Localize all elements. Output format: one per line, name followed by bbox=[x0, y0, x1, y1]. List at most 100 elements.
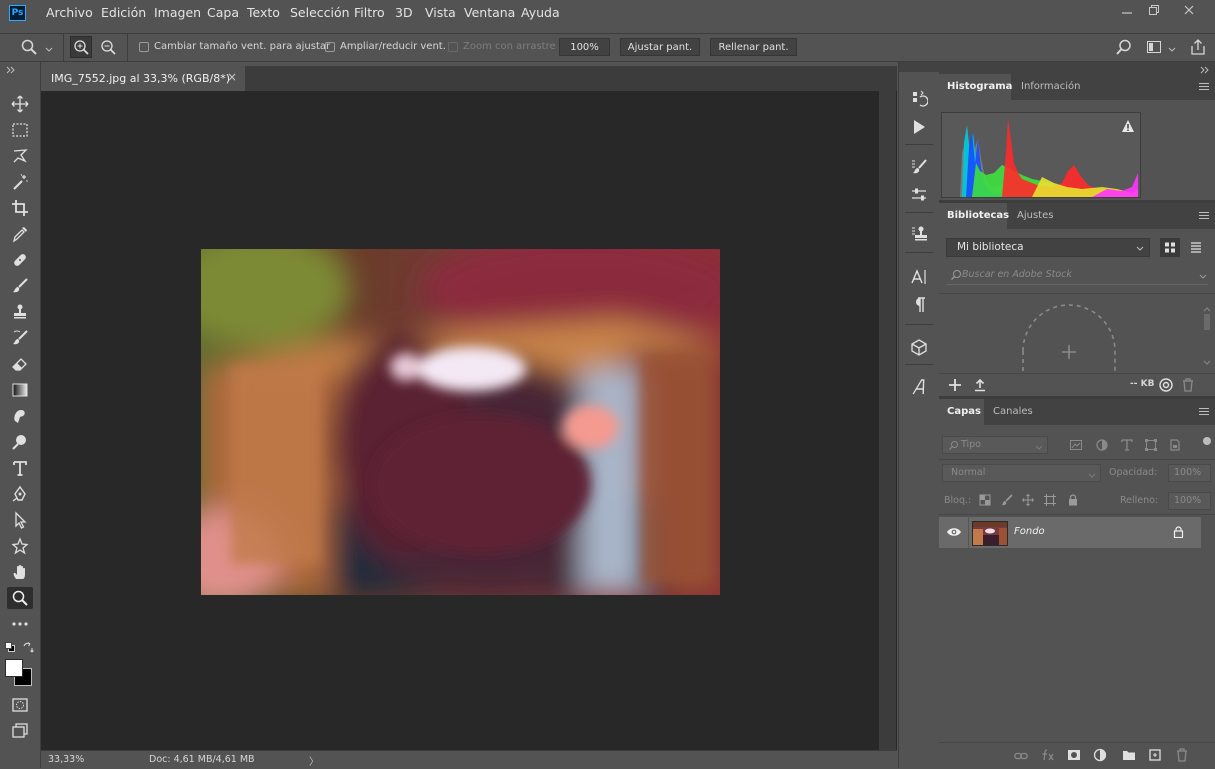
clone-stamp-tool-icon[interactable] bbox=[7, 301, 33, 323]
healing-brush-tool-icon[interactable] bbox=[7, 249, 33, 271]
menu-filtro[interactable]: Filtro bbox=[354, 5, 385, 20]
crop-tool-icon[interactable] bbox=[7, 197, 33, 219]
smudge-tool-icon[interactable] bbox=[7, 405, 33, 427]
panel-menu-icon[interactable] bbox=[1199, 408, 1209, 416]
path-selection-tool-icon[interactable] bbox=[7, 509, 33, 531]
history-brush-tool-icon[interactable] bbox=[7, 327, 33, 349]
filter-shape-icon[interactable] bbox=[1144, 438, 1158, 452]
menu-seleccion[interactable]: Selección bbox=[290, 5, 350, 20]
custom-shape-tool-icon[interactable] bbox=[7, 535, 33, 557]
more-tools-icon[interactable] bbox=[7, 613, 33, 635]
fill-screen-button[interactable]: Rellenar pant. bbox=[710, 38, 797, 56]
vertical-scrollbar[interactable] bbox=[879, 91, 896, 750]
creative-cloud-sync-icon[interactable] bbox=[1158, 378, 1174, 392]
layer-row[interactable]: Fondo bbox=[939, 517, 1201, 548]
paragraph-panel-icon[interactable] bbox=[907, 293, 931, 317]
menu-ayuda[interactable]: Ayuda bbox=[521, 5, 560, 20]
history-panel-icon[interactable] bbox=[907, 86, 931, 110]
3d-panel-icon[interactable] bbox=[907, 335, 931, 359]
filter-pixel-icon[interactable] bbox=[1069, 438, 1083, 452]
filter-type-icon[interactable] bbox=[1120, 438, 1134, 452]
quick-mask-icon[interactable] bbox=[7, 694, 33, 716]
library-select[interactable]: Mi biblioteca bbox=[946, 238, 1150, 257]
delete-layer-icon[interactable] bbox=[1175, 747, 1189, 762]
resize-windows-checkbox[interactable] bbox=[139, 42, 149, 52]
list-view-icon[interactable] bbox=[1186, 238, 1206, 257]
lock-artboard-icon[interactable] bbox=[1044, 494, 1056, 506]
new-layer-icon[interactable] bbox=[1148, 748, 1162, 762]
adjustments-sliders-icon[interactable] bbox=[907, 183, 931, 207]
character-panel-icon[interactable] bbox=[907, 265, 931, 289]
menu-ventana[interactable]: Ventana bbox=[464, 5, 515, 20]
trash-icon[interactable] bbox=[1181, 377, 1195, 392]
tab-ajustes[interactable]: Ajustes bbox=[1009, 203, 1061, 229]
menu-capa[interactable]: Capa bbox=[207, 5, 239, 20]
restore-icon[interactable] bbox=[1146, 4, 1162, 20]
actions-play-icon[interactable] bbox=[907, 115, 931, 139]
add-mask-icon[interactable] bbox=[1067, 748, 1081, 762]
marquee-tool-icon[interactable] bbox=[7, 119, 33, 141]
layer-filter-select[interactable]: Tipo bbox=[942, 436, 1048, 454]
menu-vista[interactable]: Vista bbox=[425, 5, 456, 20]
libraries-scrollbar[interactable] bbox=[1202, 307, 1212, 367]
zoom-100-button[interactable]: 100% bbox=[559, 38, 610, 56]
close-tab-icon[interactable]: × bbox=[227, 70, 237, 84]
collapse-panels-icon[interactable] bbox=[1199, 64, 1209, 74]
dodge-tool-icon[interactable] bbox=[7, 431, 33, 453]
stock-search-input[interactable]: Buscar en Adobe Stock bbox=[946, 266, 1208, 285]
document-image[interactable] bbox=[201, 249, 720, 595]
opacity-input[interactable]: 100% bbox=[1168, 464, 1211, 482]
close-window-icon[interactable] bbox=[1181, 4, 1197, 20]
menu-3d[interactable]: 3D bbox=[395, 5, 413, 20]
eraser-tool-icon[interactable] bbox=[7, 353, 33, 375]
lock-image-pixels-icon[interactable] bbox=[1001, 494, 1013, 506]
foreground-color-swatch[interactable] bbox=[5, 659, 23, 677]
type-tool-icon[interactable] bbox=[7, 457, 33, 479]
zoom-in-icon[interactable] bbox=[70, 36, 92, 58]
tab-capas[interactable]: Capas bbox=[939, 399, 984, 425]
filter-adjustment-icon[interactable] bbox=[1095, 438, 1109, 452]
lock-position-icon[interactable] bbox=[1022, 494, 1034, 506]
fill-input[interactable]: 100% bbox=[1168, 492, 1211, 510]
tab-canales[interactable]: Canales bbox=[985, 399, 1041, 425]
grid-view-icon[interactable] bbox=[1160, 238, 1180, 257]
zoom-tool-icon[interactable] bbox=[7, 587, 33, 609]
menu-texto[interactable]: Texto bbox=[247, 5, 280, 20]
status-menu-arrow[interactable]: 〉 bbox=[309, 753, 319, 768]
layer-style-fx-icon[interactable] bbox=[1041, 748, 1055, 762]
new-adjustment-layer-icon[interactable] bbox=[1093, 748, 1107, 762]
glyphs-panel-icon[interactable] bbox=[907, 375, 931, 399]
eyedropper-tool-icon[interactable] bbox=[7, 223, 33, 245]
pen-tool-icon[interactable] bbox=[7, 483, 33, 505]
chevron-down-icon[interactable] bbox=[1167, 44, 1177, 52]
move-tool-icon[interactable] bbox=[7, 93, 33, 115]
filter-smart-object-icon[interactable] bbox=[1168, 438, 1182, 452]
upload-icon[interactable] bbox=[973, 378, 987, 392]
collapse-toolbar-icon[interactable] bbox=[5, 64, 17, 74]
magic-wand-tool-icon[interactable] bbox=[7, 171, 33, 193]
zoom-level[interactable]: 33,33% bbox=[48, 754, 84, 765]
new-group-icon[interactable] bbox=[1122, 748, 1136, 762]
minimize-icon[interactable] bbox=[1119, 4, 1135, 20]
scrubby-zoom-checkbox[interactable] bbox=[448, 42, 458, 52]
share-icon[interactable] bbox=[1189, 38, 1207, 56]
brush-settings-icon[interactable] bbox=[907, 155, 931, 179]
screen-mode-icon[interactable] bbox=[7, 720, 33, 742]
layer-name[interactable]: Fondo bbox=[1014, 526, 1045, 537]
gradient-tool-icon[interactable] bbox=[7, 379, 33, 401]
brush-tool-icon[interactable] bbox=[7, 275, 33, 297]
menu-archivo[interactable]: Archivo bbox=[46, 5, 93, 20]
chevron-down-icon[interactable] bbox=[44, 44, 54, 52]
document-tab[interactable]: IMG_7552.jpg al 33,3% (RGB/8*) × bbox=[41, 66, 245, 91]
lock-all-icon[interactable] bbox=[1067, 494, 1079, 506]
zoom-out-icon[interactable] bbox=[98, 37, 118, 57]
search-icon[interactable] bbox=[1115, 38, 1133, 56]
panel-menu-icon[interactable] bbox=[1199, 83, 1209, 91]
zoom-all-checkbox[interactable] bbox=[325, 42, 335, 52]
lock-transparency-icon[interactable] bbox=[979, 494, 991, 506]
eye-icon[interactable] bbox=[946, 526, 962, 538]
fit-screen-button[interactable]: Ajustar pant. bbox=[620, 38, 700, 56]
blend-mode-select[interactable]: Normal bbox=[942, 464, 1101, 482]
warning-icon[interactable] bbox=[1121, 119, 1135, 133]
zoom-tool-preset-icon[interactable] bbox=[20, 38, 38, 56]
